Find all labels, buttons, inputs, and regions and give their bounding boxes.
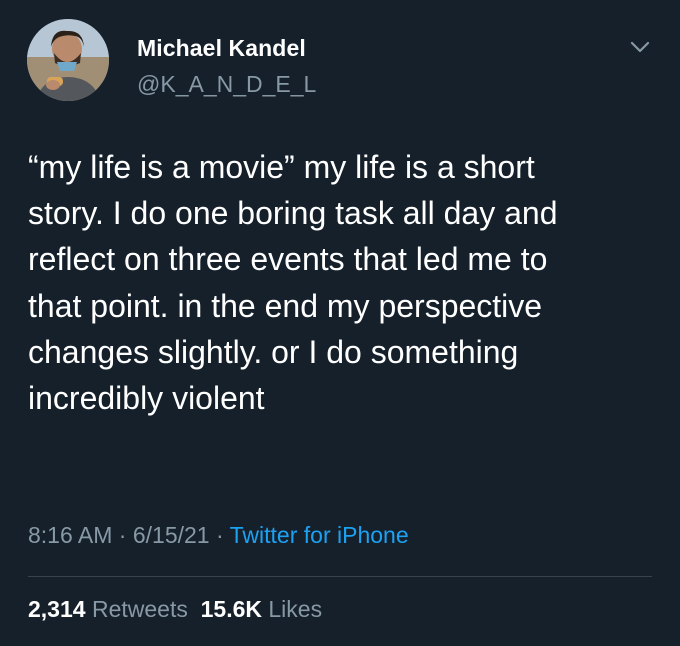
tweet-line: incredibly violent	[28, 380, 265, 417]
tweet-line: story. I do one boring task all day and	[28, 195, 558, 232]
likes-stat[interactable]: 15.6K Likes	[201, 596, 322, 622]
meta-separator: ·	[118, 522, 127, 548]
tweet-line: “my life is a movie” my life is a short	[28, 149, 535, 185]
tweet-source-link[interactable]: Twitter for iPhone	[230, 522, 409, 548]
user-name[interactable]: Michael Kandel	[137, 35, 306, 62]
retweets-count: 2,314	[28, 596, 86, 622]
tweet-date[interactable]: 6/15/21	[133, 522, 210, 548]
tweet-time[interactable]: 8:16 AM	[28, 522, 112, 548]
tweet-line: reflect on three events that led me to	[28, 241, 548, 278]
likes-count: 15.6K	[200, 596, 262, 622]
user-handle[interactable]: @K_A_N_D_E_L	[137, 71, 316, 98]
tweet-line: that point. in the end my perspective	[28, 287, 543, 324]
meta-separator: ·	[215, 522, 224, 548]
likes-label: Likes	[268, 596, 323, 622]
retweets-label: Retweets	[91, 596, 188, 622]
tweet-meta: 8:16 AM · 6/15/21 · Twitter for iPhone	[28, 522, 409, 549]
tweet-line: changes slightly. or I do something	[28, 333, 519, 370]
divider	[28, 576, 652, 577]
chevron-down-icon[interactable]	[627, 37, 653, 57]
tweet-stats: 2,314 Retweets 15.6K Likes	[28, 596, 322, 623]
avatar-image	[27, 19, 109, 101]
tweet-text: “my life is a movie” my life is a short …	[28, 144, 658, 421]
retweets-stat[interactable]: 2,314 Retweets	[28, 596, 188, 622]
avatar[interactable]	[27, 19, 109, 101]
